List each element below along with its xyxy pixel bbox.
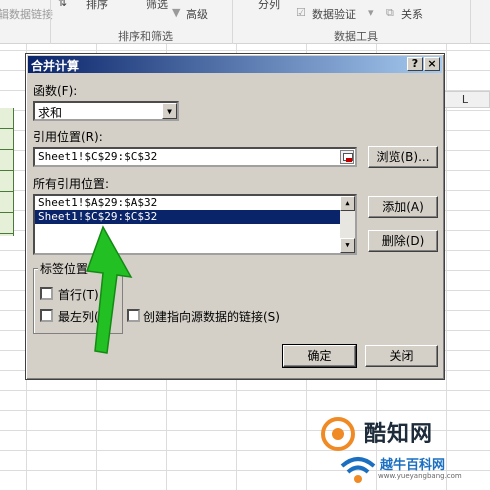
watermark-site-url: www.yueyangbang.com — [378, 472, 462, 480]
collapse-dialog-icon[interactable] — [340, 150, 354, 164]
text-to-columns-button[interactable]: 分列 — [258, 0, 280, 12]
help-button[interactable]: ? — [407, 57, 423, 71]
link-source-label[interactable]: 创建指向源数据的链接(S) — [143, 308, 280, 325]
function-label: 函数(F): — [33, 84, 78, 98]
dialog-titlebar[interactable]: 合并计算 ? × — [28, 56, 442, 73]
top-row-checkbox[interactable] — [40, 287, 53, 300]
function-select[interactable]: 求和 ▼ — [33, 101, 179, 121]
ok-button[interactable]: 确定 — [282, 344, 357, 368]
use-labels-title: 标签位置 — [38, 260, 91, 277]
scrollbar[interactable]: ▲ ▼ — [340, 196, 355, 253]
data-validation-button[interactable]: 数据验证 — [312, 6, 356, 22]
watermark: 酷知网 越牛百科网 www.yueyangbang.com — [318, 412, 490, 490]
advanced-filter-button[interactable]: 高级 — [186, 6, 208, 22]
data-tools-group-label: 数据工具 — [334, 30, 378, 43]
browse-button[interactable]: 浏览(B)... — [368, 146, 438, 168]
left-column-checkbox[interactable] — [40, 309, 53, 322]
ribbon-separator — [470, 0, 471, 44]
all-references-list[interactable]: Sheet1!$A$29:$A$32 Sheet1!$C$29:$C$32 ▲ … — [33, 194, 357, 255]
ribbon-separator — [232, 0, 233, 44]
watermark-site-name: 越牛百科网 — [380, 458, 446, 473]
sort-az-icon[interactable]: ⇅ — [58, 0, 67, 9]
wifi-logo-icon — [340, 457, 376, 483]
close-icon[interactable]: × — [424, 57, 440, 71]
watermark-brand: 酷知网 — [364, 422, 434, 447]
sort-filter-group-label: 排序和筛选 — [118, 30, 173, 43]
edit-links-command[interactable]: 辑数据链接 — [0, 6, 53, 22]
advanced-filter-icon: ▼ — [172, 6, 181, 19]
function-value: 求和 — [38, 106, 63, 120]
reference-input[interactable]: Sheet1!$C$29:$C$32 — [33, 147, 357, 167]
reference-value: Sheet1!$C$29:$C$32 — [38, 150, 158, 163]
scroll-up-icon[interactable]: ▲ — [340, 196, 355, 211]
dropdown-icon[interactable]: ▾ — [368, 6, 374, 19]
list-item[interactable]: Sheet1!$A$29:$A$32 — [35, 196, 355, 210]
selected-range-edge — [0, 108, 14, 236]
column-header-l[interactable]: L — [440, 91, 490, 108]
arrow-shape — [85, 225, 133, 354]
chevron-down-icon[interactable]: ▼ — [162, 103, 177, 119]
data-validation-icon: ☑ — [296, 6, 306, 19]
delete-button[interactable]: 删除(D) — [368, 230, 438, 252]
filter-button[interactable]: 筛选 — [146, 0, 168, 12]
list-item-selected[interactable]: Sheet1!$C$29:$C$32 — [35, 210, 355, 224]
sort-button[interactable]: 排序 — [86, 0, 108, 12]
watermark-logo-icon — [321, 417, 355, 451]
dialog-title: 合并计算 — [31, 59, 80, 73]
reference-label: 引用位置(R): — [33, 130, 103, 144]
close-button[interactable]: 关闭 — [365, 345, 438, 367]
green-arrow-icon — [85, 225, 133, 354]
ribbon-separator — [50, 0, 51, 44]
excel-ribbon: 辑数据链接 ⇅ 排序 筛选 ▼ 高级 排序和筛选 分列 ☑ 数据验证 ▾ ⧉ 关… — [0, 0, 490, 44]
relationships-button[interactable]: 关系 — [401, 6, 423, 22]
relationships-icon: ⧉ — [386, 6, 394, 19]
add-button[interactable]: 添加(A) — [368, 196, 438, 218]
all-references-label: 所有引用位置: — [33, 177, 110, 191]
scroll-down-icon[interactable]: ▼ — [340, 238, 355, 253]
